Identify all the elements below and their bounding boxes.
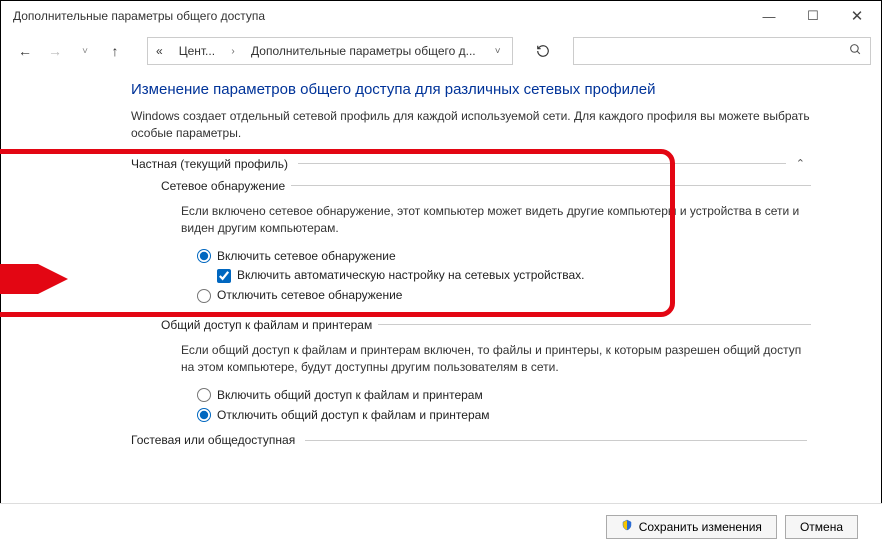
- annotation-arrow-2: [0, 264, 71, 294]
- radio-enable-discovery[interactable]: Включить сетевое обнаружение: [197, 248, 811, 265]
- section-private-header[interactable]: Частная (текущий профиль) ⌃: [131, 157, 811, 171]
- page-heading: Изменение параметров общего доступа для …: [131, 81, 811, 98]
- section-guest-header[interactable]: Гостевая или общедоступная: [131, 433, 811, 447]
- checkbox-auto-setup-label: Включить автоматическую настройку на сет…: [237, 267, 585, 284]
- recent-button[interactable]: ˅: [71, 37, 99, 65]
- shield-icon: [621, 519, 633, 534]
- radio-disable-discovery-input[interactable]: [197, 289, 211, 303]
- divider: [305, 440, 807, 441]
- radio-enable-sharing-input[interactable]: [197, 388, 211, 402]
- section-private-title: Частная (текущий профиль): [131, 157, 288, 171]
- radio-disable-discovery-label: Отключить сетевое обнаружение: [217, 287, 402, 304]
- divider: [378, 324, 811, 325]
- search-icon: [849, 43, 862, 59]
- group-network-discovery-title: Сетевое обнаружение: [161, 179, 285, 193]
- radio-enable-discovery-input[interactable]: [197, 249, 211, 263]
- group-network-discovery-header: Сетевое обнаружение: [161, 179, 811, 193]
- radio-disable-sharing[interactable]: Отключить общий доступ к файлам и принте…: [197, 407, 811, 424]
- save-button[interactable]: Сохранить изменения: [606, 515, 777, 539]
- cancel-button-label: Отмена: [800, 520, 843, 534]
- breadcrumb-prefix: «: [148, 44, 171, 58]
- chevron-right-icon: ›: [223, 46, 243, 57]
- group-sharing-desc: Если общий доступ к файлам и принтерам в…: [181, 342, 811, 377]
- breadcrumb-dropdown[interactable]: ˅: [484, 46, 512, 57]
- breadcrumb[interactable]: « Цент... › Дополнительные параметры общ…: [147, 37, 513, 65]
- window-title: Дополнительные параметры общего доступа: [13, 9, 747, 23]
- save-button-label: Сохранить изменения: [639, 520, 762, 534]
- search-input[interactable]: [573, 37, 871, 65]
- maximize-button[interactable]: ☐: [791, 1, 835, 31]
- radio-disable-discovery[interactable]: Отключить сетевое обнаружение: [197, 287, 811, 304]
- close-button[interactable]: ✕: [835, 1, 879, 31]
- checkbox-auto-setup-input[interactable]: [217, 269, 231, 283]
- divider: [291, 185, 811, 186]
- group-sharing-title: Общий доступ к файлам и принтерам: [161, 318, 372, 332]
- up-button[interactable]: ↑: [101, 37, 129, 65]
- group-network-discovery-desc: Если включено сетевое обнаружение, этот …: [181, 203, 811, 238]
- radio-disable-sharing-input[interactable]: [197, 408, 211, 422]
- refresh-button[interactable]: [525, 37, 561, 65]
- cancel-button[interactable]: Отмена: [785, 515, 858, 539]
- group-sharing-header: Общий доступ к файлам и принтерам: [161, 318, 811, 332]
- section-guest-title: Гостевая или общедоступная: [131, 433, 295, 447]
- radio-disable-sharing-label: Отключить общий доступ к файлам и принте…: [217, 407, 490, 424]
- breadcrumb-seg-1[interactable]: Цент...: [171, 44, 223, 58]
- radio-enable-sharing[interactable]: Включить общий доступ к файлам и принтер…: [197, 387, 811, 404]
- page-intro: Windows создает отдельный сетевой профил…: [131, 108, 811, 143]
- radio-enable-discovery-label: Включить сетевое обнаружение: [217, 248, 396, 265]
- breadcrumb-seg-2[interactable]: Дополнительные параметры общего д...: [243, 44, 484, 58]
- checkbox-auto-setup[interactable]: Включить автоматическую настройку на сет…: [217, 267, 811, 284]
- back-button[interactable]: ←: [11, 37, 39, 65]
- divider: [298, 163, 786, 164]
- forward-button[interactable]: →: [41, 37, 69, 65]
- radio-enable-sharing-label: Включить общий доступ к файлам и принтер…: [217, 387, 483, 404]
- minimize-button[interactable]: —: [747, 1, 791, 31]
- chevron-up-icon: ⌃: [796, 157, 811, 170]
